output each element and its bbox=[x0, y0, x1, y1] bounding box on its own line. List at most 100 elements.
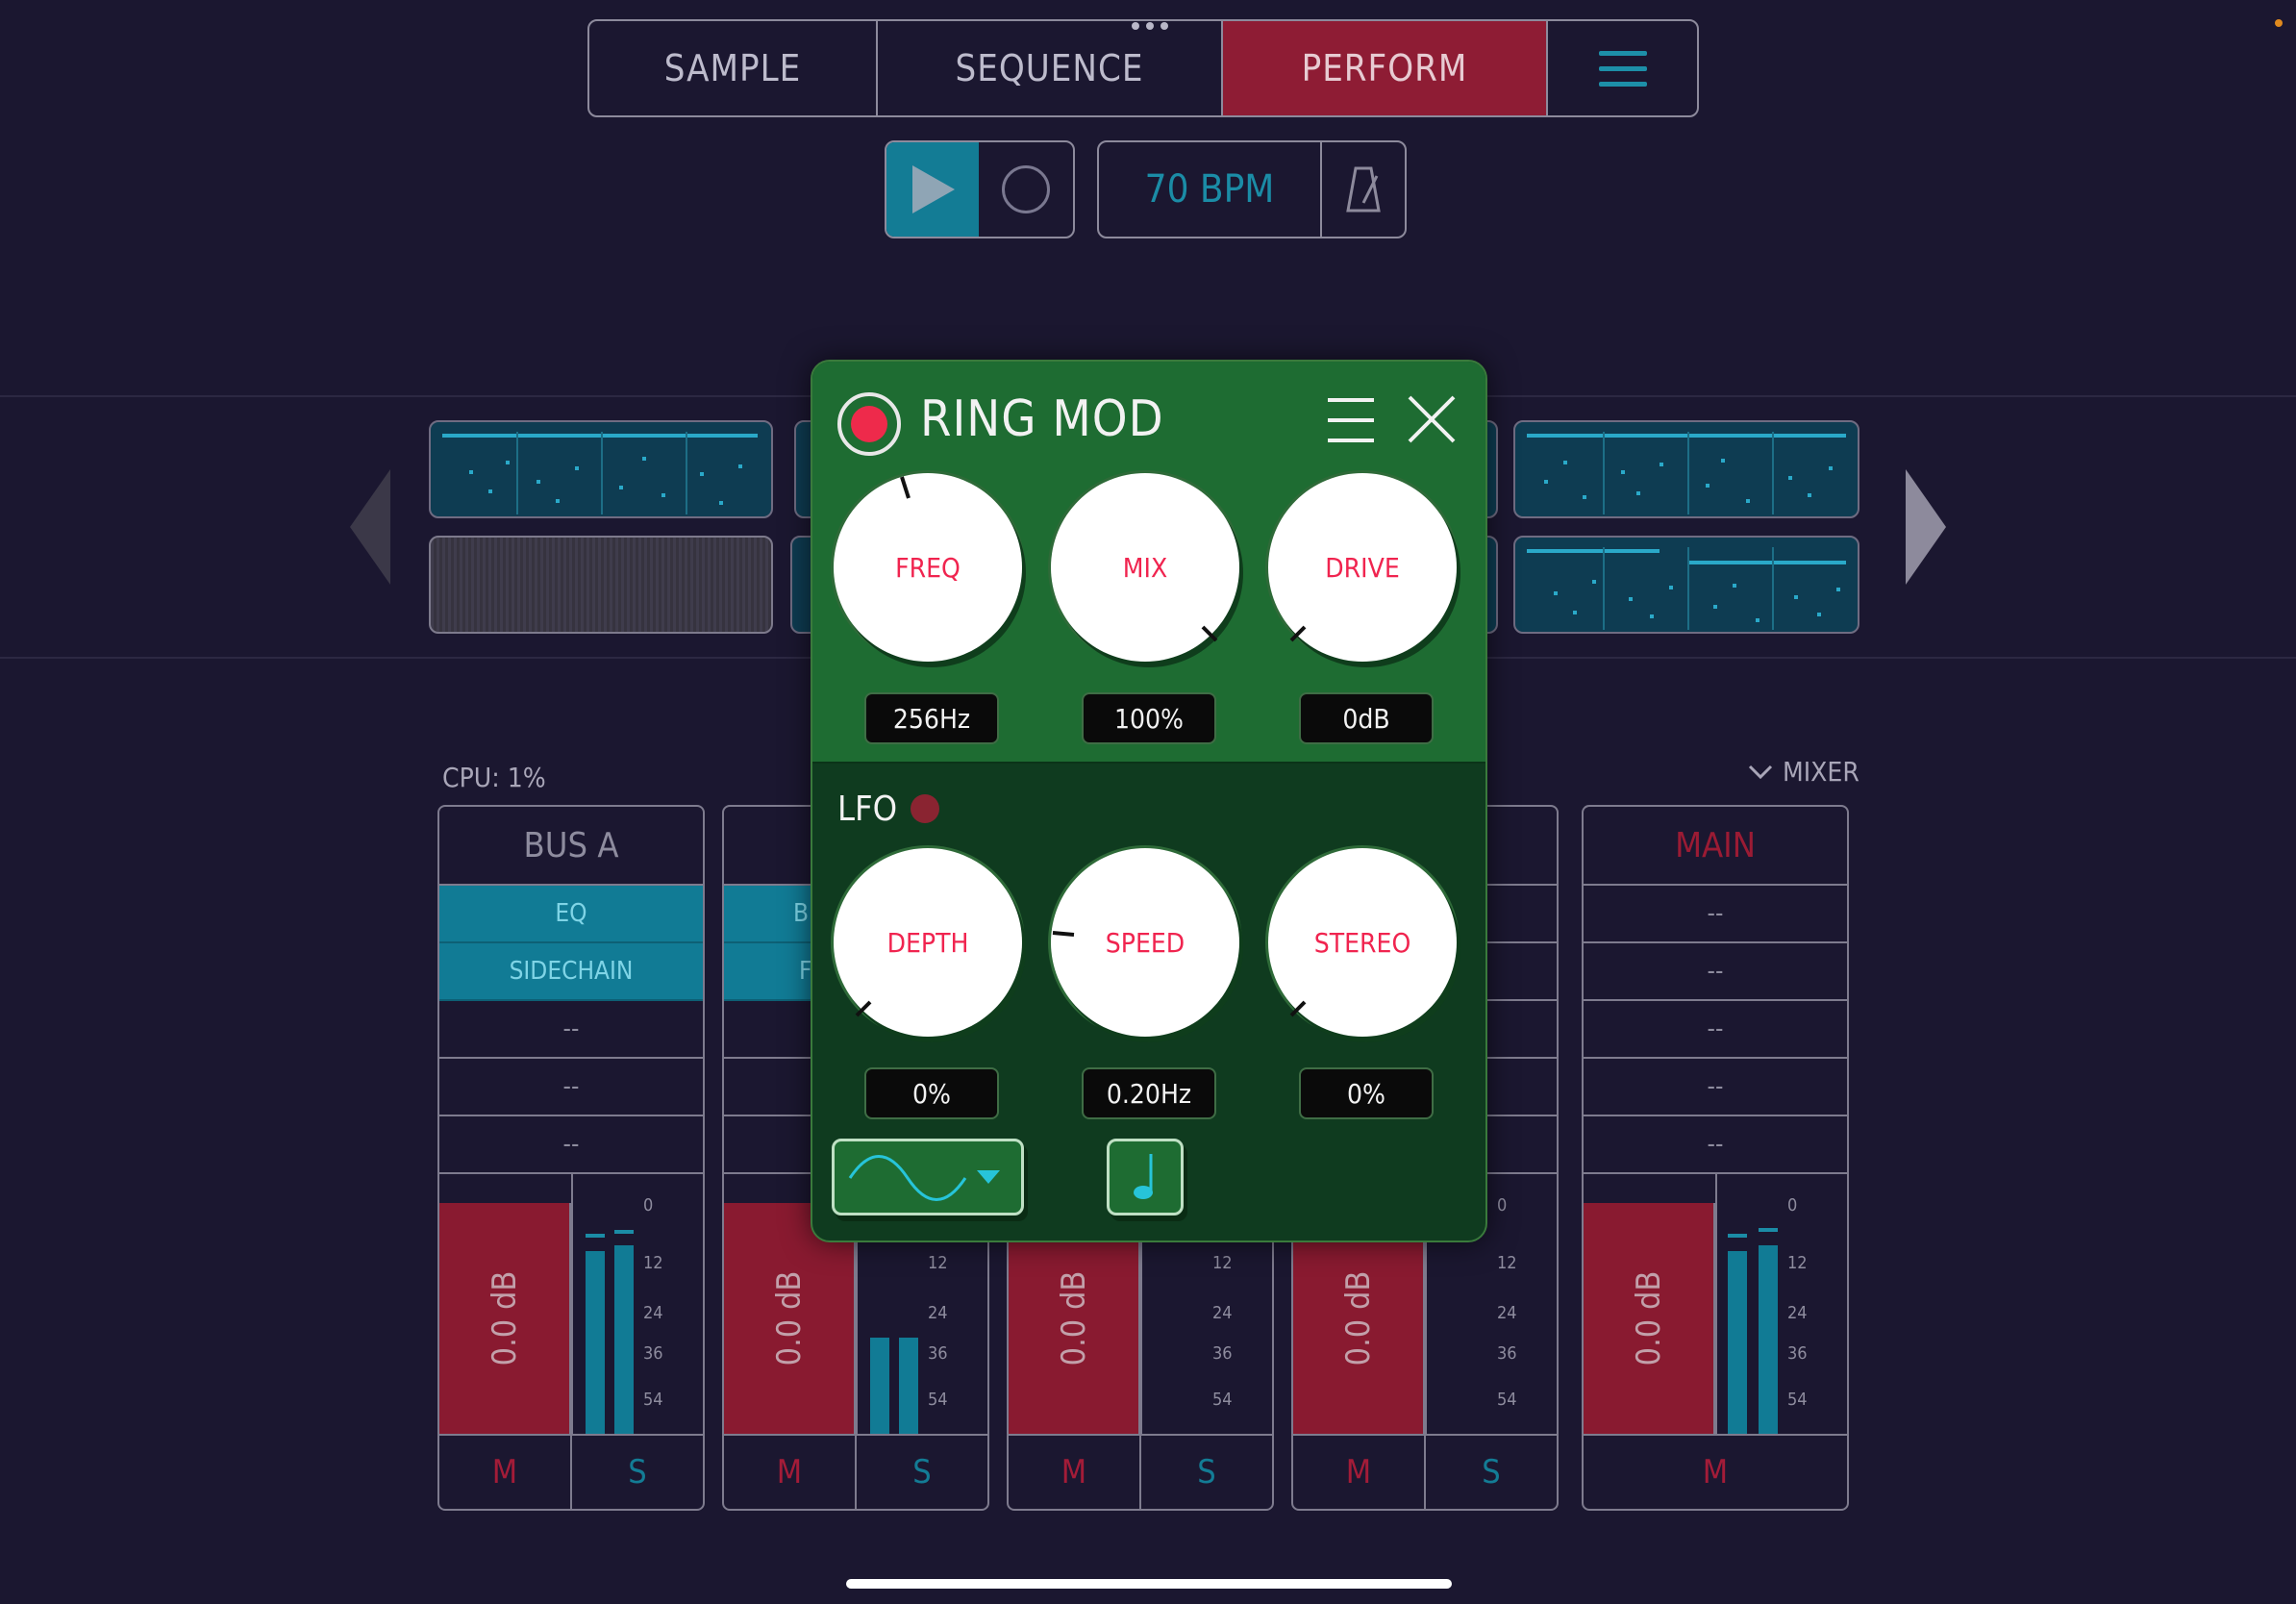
stereo-value[interactable]: 0% bbox=[1299, 1067, 1434, 1119]
menu-button[interactable] bbox=[1548, 21, 1697, 115]
mute-button[interactable]: M bbox=[1009, 1436, 1141, 1509]
ring-mod-plugin-panel: RING MOD FREQ MIX DRIVE 256Hz 100% 0dB L… bbox=[811, 360, 1487, 1242]
clip-slot-empty[interactable] bbox=[429, 536, 773, 634]
mixer-channel-main: MAIN -- -- -- -- -- 0.0 dB 0 12 24 36 54… bbox=[1582, 805, 1849, 1511]
plugin-title: RING MOD bbox=[920, 390, 1164, 448]
clip-slot[interactable] bbox=[1513, 536, 1859, 634]
tab-sequence[interactable]: SEQUENCE bbox=[878, 21, 1223, 115]
clip-waveform bbox=[442, 432, 758, 514]
channel-meter: 0.0 dB 0 12 24 36 54 bbox=[1584, 1174, 1847, 1436]
tab-perform[interactable]: PERFORM bbox=[1223, 21, 1548, 115]
fx-slot[interactable]: SIDECHAIN bbox=[439, 943, 703, 1001]
metronome-icon bbox=[1346, 166, 1381, 213]
bpm-display[interactable]: 70 BPM bbox=[1099, 142, 1322, 237]
lfo-waveform-select[interactable] bbox=[832, 1139, 1024, 1216]
chevron-down-icon bbox=[1748, 764, 1773, 779]
fader-value: 0.0 dB bbox=[1054, 1270, 1093, 1366]
level-meter-left bbox=[870, 1338, 889, 1434]
mute-button[interactable]: M bbox=[724, 1436, 857, 1509]
depth-value[interactable]: 0% bbox=[864, 1067, 999, 1119]
close-icon[interactable] bbox=[1407, 394, 1457, 444]
tab-sample[interactable]: SAMPLE bbox=[589, 21, 878, 115]
record-button[interactable] bbox=[979, 142, 1073, 237]
mix-value[interactable]: 100% bbox=[1082, 692, 1216, 744]
music-note-icon bbox=[1134, 1154, 1153, 1199]
fx-slot[interactable]: EQ bbox=[439, 886, 703, 943]
fader-value: 0.0 dB bbox=[485, 1270, 524, 1366]
mix-knob[interactable]: MIX bbox=[1051, 473, 1239, 662]
knob-label: STEREO bbox=[1313, 926, 1411, 959]
drive-knob[interactable]: DRIVE bbox=[1268, 473, 1457, 662]
fx-slot[interactable]: -- bbox=[439, 1059, 703, 1116]
solo-button[interactable]: S bbox=[572, 1436, 703, 1509]
fx-slot[interactable]: -- bbox=[1584, 943, 1847, 1001]
fader-value: 0.0 dB bbox=[769, 1270, 809, 1366]
freq-knob[interactable]: FREQ bbox=[834, 473, 1022, 662]
level-meter-right bbox=[614, 1245, 634, 1434]
volume-fader[interactable]: 0.0 dB bbox=[439, 1203, 571, 1434]
lfo-enable-indicator[interactable] bbox=[911, 794, 939, 823]
level-meter-left bbox=[1728, 1251, 1747, 1434]
lfo-label: LFO bbox=[837, 789, 898, 829]
solo-button[interactable]: S bbox=[857, 1436, 987, 1509]
knob-label: SPEED bbox=[1105, 926, 1185, 959]
sine-wave-icon bbox=[848, 1155, 1000, 1201]
solo-button[interactable]: S bbox=[1141, 1436, 1272, 1509]
plugin-power-button[interactable] bbox=[837, 392, 901, 456]
main-tab-bar: SAMPLE SEQUENCE PERFORM bbox=[587, 19, 1699, 117]
fader-value: 0.0 dB bbox=[1338, 1270, 1378, 1366]
mute-button[interactable]: M bbox=[1584, 1436, 1847, 1509]
tab-sequence-label: SEQUENCE bbox=[955, 47, 1144, 89]
mute-button[interactable]: M bbox=[1293, 1436, 1426, 1509]
plugin-menu-icon[interactable] bbox=[1326, 396, 1376, 444]
knob-label: FREQ bbox=[895, 551, 961, 584]
volume-fader[interactable]: 0.0 dB bbox=[1584, 1203, 1715, 1434]
solo-button[interactable]: S bbox=[1426, 1436, 1557, 1509]
channel-name: MAIN bbox=[1584, 807, 1847, 886]
transport-controls bbox=[885, 140, 1075, 238]
depth-knob[interactable]: DEPTH bbox=[834, 848, 1022, 1037]
channel-meter: 0.0 dB 0 12 24 36 54 bbox=[439, 1174, 703, 1436]
status-indicator-dot bbox=[2275, 19, 2283, 27]
knob-label: MIX bbox=[1122, 551, 1168, 584]
clip-waveform bbox=[1527, 547, 1846, 630]
scroll-left-icon[interactable] bbox=[348, 467, 392, 587]
level-meter-right bbox=[1759, 1245, 1778, 1434]
play-icon bbox=[912, 165, 955, 213]
dropdown-arrow-icon bbox=[977, 1170, 1000, 1184]
mixer-toggle-label: MIXER bbox=[1783, 756, 1859, 788]
drive-value[interactable]: 0dB bbox=[1299, 692, 1434, 744]
fx-slot[interactable]: -- bbox=[1584, 886, 1847, 943]
home-indicator[interactable] bbox=[846, 1579, 1452, 1589]
clip-slot[interactable] bbox=[1513, 420, 1859, 518]
fx-slot[interactable]: -- bbox=[1584, 1001, 1847, 1059]
speed-knob[interactable]: SPEED bbox=[1051, 848, 1239, 1037]
speed-value[interactable]: 0.20Hz bbox=[1082, 1067, 1216, 1119]
knob-label: DEPTH bbox=[886, 926, 969, 959]
fx-slot[interactable]: -- bbox=[1584, 1116, 1847, 1174]
stereo-knob[interactable]: STEREO bbox=[1268, 848, 1457, 1037]
tempo-controls: 70 BPM bbox=[1097, 140, 1407, 238]
fader-value: 0.0 dB bbox=[1629, 1270, 1668, 1366]
level-meter-left bbox=[586, 1251, 605, 1434]
freq-value[interactable]: 256Hz bbox=[864, 692, 999, 744]
lfo-sync-button[interactable] bbox=[1107, 1139, 1184, 1216]
scroll-right-icon[interactable] bbox=[1904, 467, 1948, 587]
cpu-usage: CPU: 1% bbox=[442, 762, 546, 793]
fx-slot[interactable]: -- bbox=[439, 1116, 703, 1174]
clip-waveform bbox=[1527, 432, 1846, 514]
knob-label: DRIVE bbox=[1325, 551, 1400, 584]
play-button[interactable] bbox=[886, 142, 979, 237]
metronome-button[interactable] bbox=[1322, 142, 1405, 237]
level-meter-right bbox=[899, 1338, 918, 1434]
menu-icon bbox=[1598, 50, 1647, 56]
mixer-channel-bus-a: BUS A EQ SIDECHAIN -- -- -- 0.0 dB 0 12 … bbox=[437, 805, 705, 1511]
mute-button[interactable]: M bbox=[439, 1436, 572, 1509]
fx-slot[interactable]: -- bbox=[1584, 1059, 1847, 1116]
more-dots-icon bbox=[1132, 22, 1168, 30]
clip-slot[interactable] bbox=[429, 420, 773, 518]
channel-name: BUS A bbox=[439, 807, 703, 886]
fx-slot[interactable]: -- bbox=[439, 1001, 703, 1059]
mixer-toggle[interactable]: MIXER bbox=[1748, 756, 1859, 788]
record-icon bbox=[1002, 165, 1050, 213]
